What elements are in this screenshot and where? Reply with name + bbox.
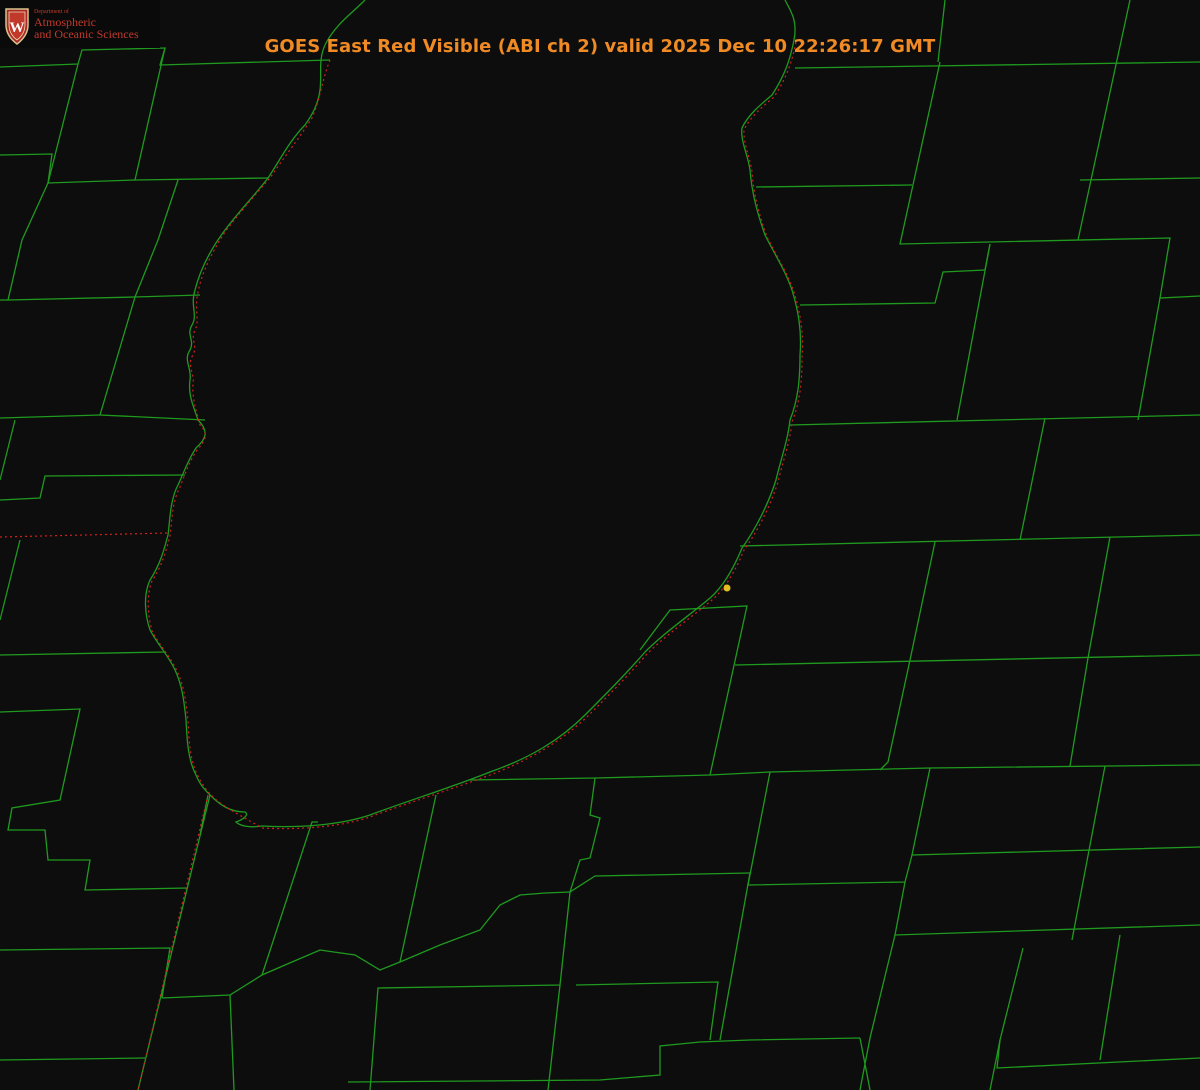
- svg-text:W: W: [10, 20, 25, 36]
- logo-department-text: Department of: [34, 8, 69, 15]
- station-dot-icon: [723, 584, 731, 592]
- image-title: GOES East Red Visible (ABI ch 2) valid 2…: [264, 36, 936, 57]
- satellite-map: [0, 0, 1200, 1090]
- logo-line-1: Atmospheric: [34, 14, 96, 29]
- map-background: [0, 0, 1200, 1090]
